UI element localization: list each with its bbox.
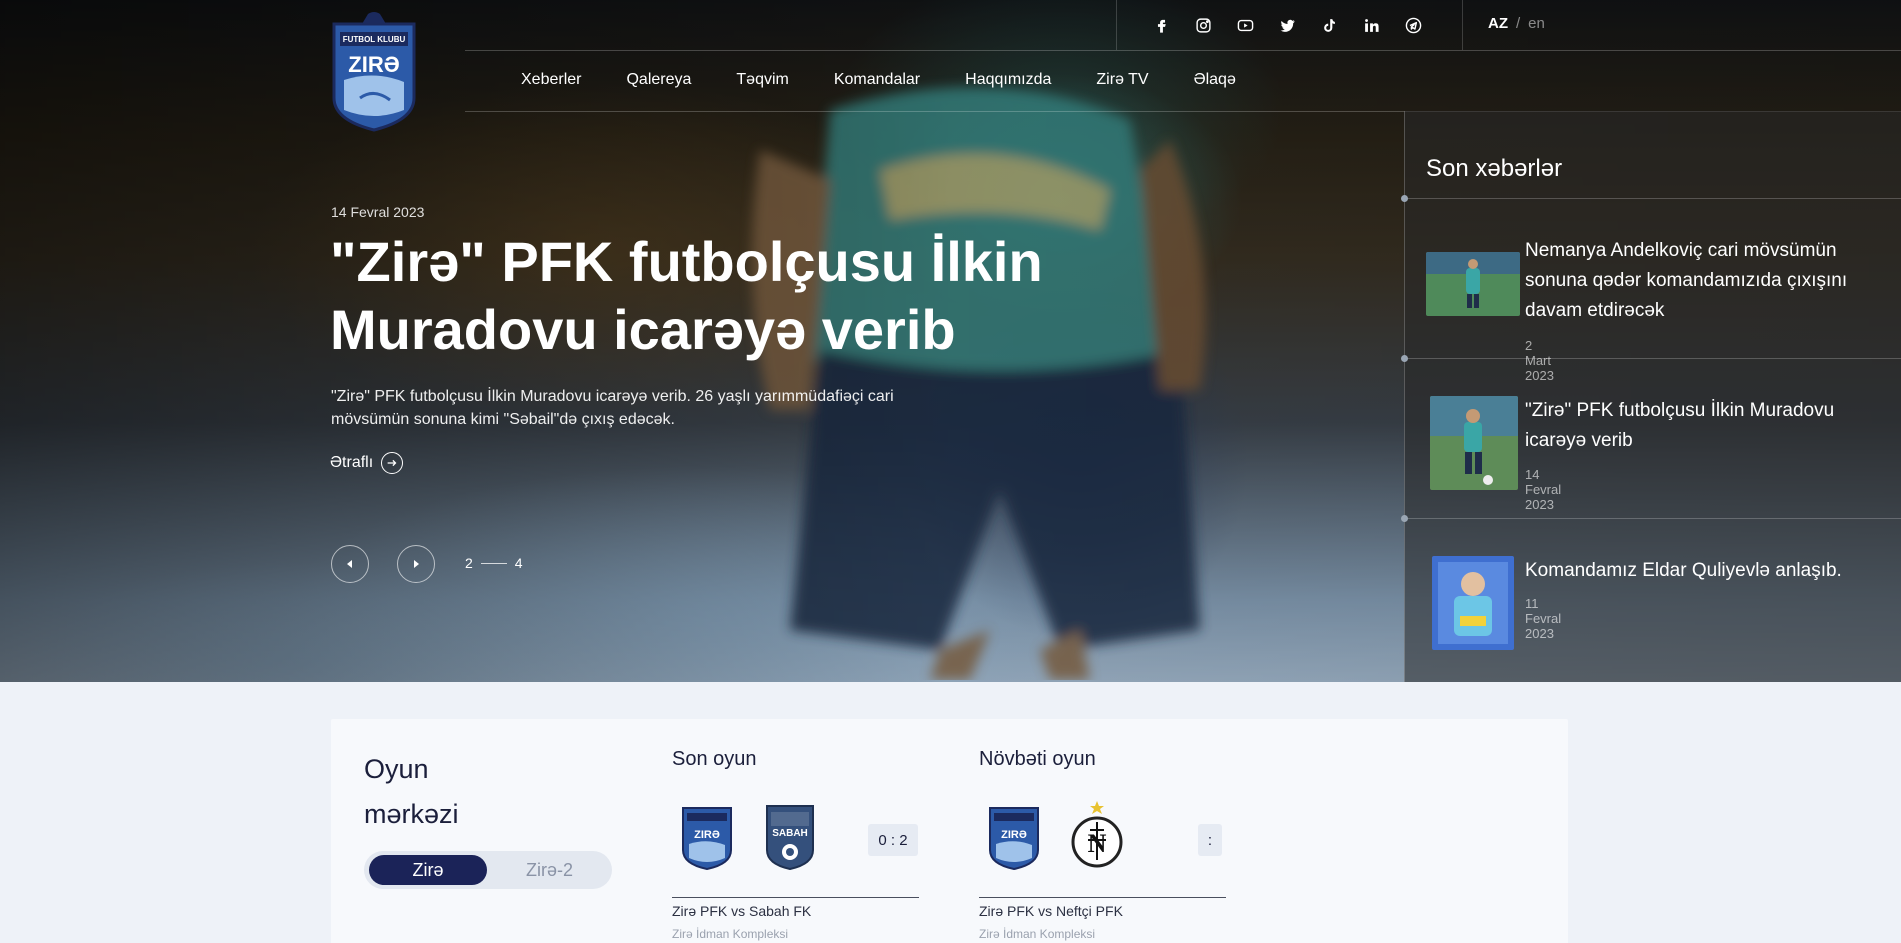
next-match-name[interactable]: Zirə PFK vs Neftçi PFK [979, 903, 1123, 919]
linkedin-icon[interactable] [1360, 14, 1382, 36]
lang-separator: / [1516, 15, 1521, 32]
next-match-venue: Zirə İdman Kompleksi [979, 927, 1096, 941]
caret-right-icon [414, 560, 419, 568]
main-nav: Xeberler Qalereya Təqvim Komandalar Haqq… [521, 71, 1281, 89]
nav-item-komandalar[interactable]: Komandalar [834, 71, 920, 89]
language-switcher: AZ / en [1488, 15, 1545, 32]
pager-current: 2 [465, 555, 473, 571]
match-divider [672, 897, 919, 898]
nav-item-teqvim[interactable]: Təqvim [736, 71, 788, 89]
lang-az[interactable]: AZ [1488, 15, 1508, 32]
read-more-link[interactable]: Ətraflı [330, 452, 404, 474]
pager-dash [480, 562, 507, 564]
nav-item-xeberler[interactable]: Xeberler [521, 71, 581, 89]
news-date: 11 Fevral 2023 [1525, 596, 1562, 641]
game-center-title: Oyun mərkəzi [364, 747, 459, 837]
news-title: Komandamız Eldar Quliyevlə anlaşıb. [1525, 560, 1842, 581]
news-dot [1401, 355, 1408, 362]
game-center-title-line2: mərkəzi [364, 799, 459, 829]
news-title: "Zirə" PFK futbolçusu İlkin Muradovu ica… [1525, 400, 1835, 451]
logo-top-text: FUTBOL KLUBU [343, 35, 406, 44]
youtube-icon[interactable] [1234, 14, 1256, 36]
crest-text: SABAH [772, 828, 808, 839]
tiktok-icon[interactable] [1318, 14, 1340, 36]
sabah-crest: SABAH [766, 805, 814, 870]
twitter-icon[interactable] [1276, 14, 1298, 36]
news-thumbnail [1432, 556, 1514, 650]
nav-item-zire-tv[interactable]: Zirə TV [1096, 71, 1148, 89]
team-toggle: Zirə Zirə-2 [364, 851, 612, 889]
game-center-card [331, 719, 1568, 943]
read-more-label: Ətraflı [330, 454, 374, 471]
facebook-icon[interactable] [1150, 14, 1172, 36]
next-match-heading: Növbəti oyun [979, 748, 1096, 770]
last-match-heading: Son oyun [672, 748, 757, 770]
news-divider [1406, 358, 1901, 359]
last-match-score: 0 : 2 [868, 824, 918, 856]
caret-left-icon [347, 560, 352, 568]
news-date: 2 Mart 2023 [1525, 338, 1554, 383]
instagram-icon[interactable] [1192, 14, 1214, 36]
crest-text: ZIRƏ [694, 829, 720, 841]
team-toggle-zire[interactable]: Zirə [369, 855, 487, 885]
zire-crest: ZIRƏ [682, 807, 732, 870]
nav-item-qalereya[interactable]: Qalereya [626, 71, 691, 89]
news-divider [1406, 198, 1901, 199]
telegram-icon[interactable] [1402, 14, 1424, 36]
last-match-name[interactable]: Zirə PFK vs Sabah FK [672, 903, 811, 919]
news-dot [1401, 195, 1408, 202]
news-divider [1406, 518, 1901, 519]
news-date: 14 Fevral 2023 [1525, 467, 1562, 512]
neftci-crest: N [1071, 801, 1123, 868]
logo-main-text: ZIRƏ [348, 52, 399, 77]
crest-text: ZIRƏ [1001, 829, 1027, 841]
latest-news-title: Son xəbərlər [1426, 155, 1563, 182]
pager-total: 4 [514, 555, 523, 571]
next-match-score: : [1198, 824, 1222, 856]
match-divider [979, 897, 1226, 898]
game-center-title-line1: Oyun [364, 754, 429, 784]
nav-item-haqqimizda[interactable]: Haqqımızda [965, 71, 1051, 89]
slide-date: 14 Fevral 2023 [331, 204, 425, 220]
lang-divider [1462, 0, 1463, 50]
news-thumbnail [1430, 396, 1518, 490]
last-match-venue: Zirə İdman Kompleksi [672, 927, 789, 941]
slide-description: "Zirə" PFK futbolçusu İlkin Muradovu ica… [331, 388, 894, 428]
nav-item-elaqe[interactable]: Əlaqə [1194, 71, 1236, 89]
slider-prev-button[interactable] [331, 545, 369, 583]
slide-title[interactable]: "Zirə" PFK futbolçusu İlkin Muradovu ica… [330, 228, 1050, 364]
slider-pager: 2 4 [465, 555, 523, 571]
arrow-right-circle-icon [381, 452, 404, 474]
news-title: Nemanya Andelkoviç cari mövsümün sonuna … [1525, 240, 1848, 321]
slider-next-button[interactable] [397, 545, 435, 583]
topbar-divider [465, 50, 1901, 51]
lang-en[interactable]: en [1528, 15, 1545, 32]
social-links [1150, 14, 1424, 36]
club-logo[interactable]: FUTBOL KLUBU ZIRƏ [330, 10, 418, 132]
news-dot [1401, 515, 1408, 522]
news-thumbnail [1426, 252, 1520, 316]
zire-crest: ZIRƏ [989, 807, 1039, 870]
team-toggle-zire-2[interactable]: Zirə-2 [492, 855, 607, 885]
